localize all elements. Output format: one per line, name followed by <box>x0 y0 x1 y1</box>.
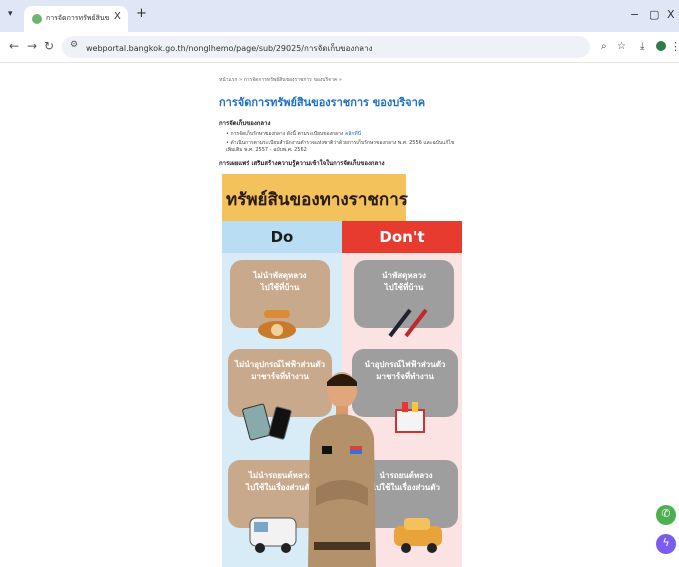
download-icon[interactable]: ⤓ <box>640 41 644 52</box>
menu-icon[interactable]: ⋮ <box>670 40 679 53</box>
breadcrumb[interactable]: หน้าแรก » การจัดการทรัพย์สินของราชการ ขอ… <box>219 76 342 84</box>
van-icon <box>249 517 297 553</box>
tab-list-icon[interactable]: ▾ <box>8 9 13 19</box>
address-bar[interactable]: ⚙ webportal.bangkok.go.th/nonglhemo/page… <box>62 36 590 58</box>
minimize-button[interactable]: − <box>630 8 639 21</box>
back-icon[interactable]: ← <box>9 39 19 53</box>
dont-label: Don't <box>379 228 425 246</box>
maximize-button[interactable]: ▢ <box>649 8 659 21</box>
page-content: หน้าแรก » การจัดการทรัพย์สินของราชการ ขอ… <box>0 62 679 567</box>
tab-close-button[interactable]: X <box>114 11 121 22</box>
bullet-link[interactable]: คลิกที่นี่ <box>345 131 361 137</box>
tab-strip: ▾ การจัดการทรัพย์สินของราชการ ของ... X +… <box>0 0 679 32</box>
do-header: Do <box>222 221 342 253</box>
car-icon <box>394 518 442 553</box>
messenger-icon: ϟ <box>662 536 670 549</box>
forward-icon[interactable]: → <box>27 39 37 53</box>
tab-title: การจัดการทรัพย์สินของราชการ ของ... <box>46 14 110 22</box>
section-heading: การจัดเก็บของกลาง <box>219 120 271 127</box>
infographic-image: ทรัพย์สินของทางราชการ Do Don't ไม่นำพัสด… <box>222 174 462 567</box>
line-chat-icon: ✆ <box>661 507 671 520</box>
list-item: • ดำเนินการตามระเบียบสำนักงานตำรวจแห่งชา… <box>226 140 455 153</box>
reload-icon[interactable]: ↻ <box>44 39 54 53</box>
lead-text: การเผยแพร่ เสริมสร้างความรู้ความเข้าใจใน… <box>219 160 385 167</box>
infographic-header: ทรัพย์สินของทางราชการ <box>222 174 462 221</box>
url-text[interactable]: webportal.bangkok.go.th/nonglhemo/page/s… <box>86 42 372 55</box>
phone-icon <box>258 310 296 339</box>
zoom-icon[interactable]: ⌕ <box>601 41 607 52</box>
dont-header: Don't <box>342 221 462 253</box>
browser-toolbar: ← → ↻ ⚙ webportal.bangkok.go.th/nonglhem… <box>0 32 679 63</box>
line-chat-button[interactable]: ✆ <box>656 505 676 525</box>
browser-tab[interactable]: การจัดการทรัพย์สินของราชการ ของ... X <box>24 6 128 32</box>
pen-icon <box>388 308 428 338</box>
infographic-title-band: ทรัพย์สินของทางราชการ <box>222 174 408 221</box>
new-tab-button[interactable]: + <box>136 6 147 21</box>
bookmark-star-icon[interactable]: ☆ <box>617 41 626 52</box>
profile-icon[interactable] <box>656 41 666 51</box>
favicon-icon <box>32 14 42 24</box>
messenger-button[interactable]: ϟ <box>656 534 676 554</box>
bullet-text: การจัดเก็บรักษาของกลาง ดังนี้ ตามระเบียบ… <box>230 131 344 137</box>
page-title: การจัดการทรัพย์สินของราชการ ของบริจาค <box>219 96 426 109</box>
close-window-button[interactable]: X <box>667 8 675 21</box>
tablet-phone-icon <box>242 403 292 441</box>
dont-card-text: นำพัสดุหลวง ไปใช้ที่บ้าน <box>382 271 426 292</box>
bullet-text: ดำเนินการตามระเบียบสำนักงานตำรวจแห่งชาติ… <box>226 140 455 153</box>
do-card-text: ไม่นำพัสดุหลวง ไปใช้ที่บ้าน <box>253 271 307 292</box>
officer-illustration <box>308 372 376 567</box>
infographic-title: ทรัพย์สินของทางราชการ <box>226 190 408 210</box>
power-strip-icon <box>395 402 425 433</box>
list-item: • การจัดเก็บรักษาของกลาง ดังนี้ ตามระเบี… <box>226 131 362 137</box>
do-label: Do <box>270 228 294 246</box>
site-info-icon[interactable]: ⚙ <box>70 40 78 50</box>
